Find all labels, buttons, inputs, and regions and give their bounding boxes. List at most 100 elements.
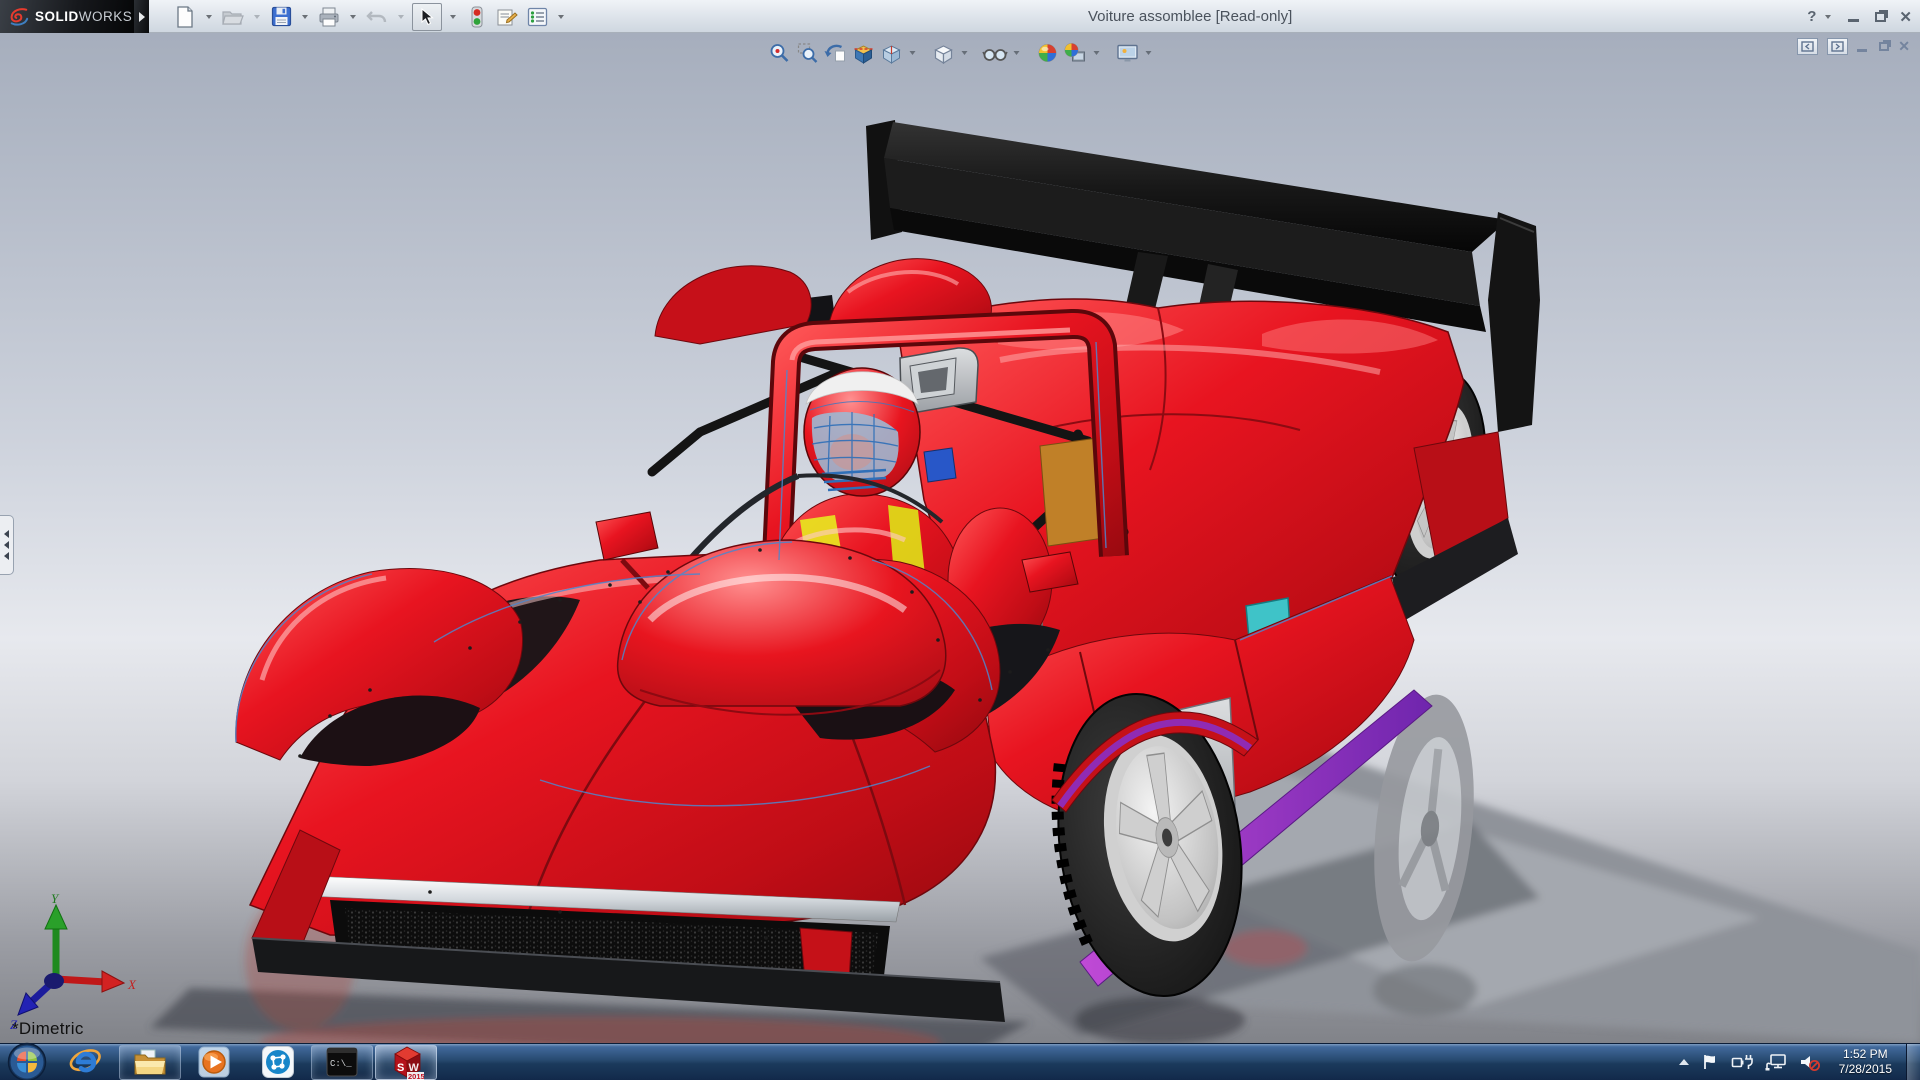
zoom-to-fit-button[interactable] [767, 41, 792, 64]
open-dropdown[interactable] [250, 4, 264, 30]
taskbar-internet-explorer[interactable] [55, 1045, 117, 1080]
volume-muted-icon[interactable] [1799, 1053, 1821, 1072]
show-desktop-button[interactable] [1906, 1044, 1920, 1080]
zoom-to-fit-icon [768, 42, 790, 64]
open-document-icon [222, 7, 244, 27]
collapse-right-pane-button[interactable] [1827, 38, 1848, 55]
show-hidden-icons-button[interactable] [1679, 1059, 1689, 1065]
view-orientation-label: *Dimetric [12, 1019, 84, 1039]
restore-button[interactable] [1875, 12, 1886, 22]
taskbar-clock[interactable]: 1:52 PM 7/28/2015 [1833, 1047, 1898, 1077]
view-settings-button[interactable] [1115, 41, 1140, 64]
taskbar-command-prompt[interactable]: C:\_ [311, 1045, 373, 1080]
file-properties-icon [496, 7, 518, 27]
solidworks-logo: SOLIDWORKS [0, 0, 134, 33]
new-dropdown[interactable] [202, 4, 216, 30]
windows-start-icon [7, 1042, 47, 1080]
print-icon [318, 7, 340, 27]
model-canvas[interactable] [0, 33, 1920, 1043]
undo-dropdown[interactable] [394, 4, 408, 30]
system-tray: 1:52 PM 7/28/2015 [1679, 1044, 1906, 1080]
headsup-view-toolbar [767, 41, 1154, 64]
section-view-icon [852, 42, 875, 64]
display-style-button[interactable] [931, 41, 956, 64]
select-cursor-button[interactable] [412, 3, 442, 31]
apply-scene-button[interactable] [1063, 41, 1088, 64]
view-settings-icon [1115, 42, 1139, 64]
media-player-icon [197, 1045, 231, 1079]
options-dropdown[interactable] [554, 4, 568, 30]
taskbar-apps: C:\_ S W 2015 [0, 1044, 438, 1080]
options-icon [527, 7, 548, 27]
collapse-left-pane-button[interactable] [1797, 38, 1818, 55]
minimize-button[interactable] [1848, 19, 1859, 22]
apply-scene-icon [1064, 42, 1087, 64]
network-icon[interactable] [1765, 1053, 1787, 1071]
graphics-viewport[interactable]: ✕ [0, 33, 1920, 1043]
display-style-icon [932, 42, 955, 64]
taskbar-windows-explorer[interactable] [119, 1045, 181, 1080]
action-center-flag-icon[interactable] [1701, 1053, 1719, 1071]
triad-x-label: X [127, 977, 137, 992]
display-style-dropdown[interactable] [959, 51, 970, 55]
start-button[interactable] [0, 1044, 54, 1080]
print-dropdown[interactable] [346, 4, 360, 30]
window-controls: ? ✕ [1807, 0, 1912, 33]
doc-close-button[interactable]: ✕ [1898, 38, 1910, 55]
taskbar-solidworks[interactable]: S W 2015 [375, 1045, 437, 1080]
doc-minimize-button[interactable] [1857, 49, 1867, 52]
hide-show-items-dropdown[interactable] [1011, 51, 1022, 55]
taskbar-media-player[interactable] [183, 1045, 245, 1080]
rebuild-button[interactable] [464, 4, 490, 30]
select-dropdown[interactable] [446, 4, 460, 30]
hide-show-items-button[interactable] [983, 41, 1008, 64]
hide-show-items-icon [983, 43, 1008, 63]
save-icon [271, 6, 292, 27]
new-document-icon [175, 6, 195, 28]
select-cursor-icon [419, 8, 435, 26]
save-button[interactable] [268, 4, 294, 30]
folder-icon [132, 1046, 168, 1078]
close-button[interactable]: ✕ [1899, 8, 1912, 26]
zoom-to-area-button[interactable] [795, 41, 820, 64]
section-view-button[interactable] [851, 41, 876, 64]
file-properties-button[interactable] [494, 4, 520, 30]
apply-scene-dropdown[interactable] [1091, 51, 1102, 55]
help-dropdown[interactable] [1821, 4, 1835, 30]
open-document-button[interactable] [220, 4, 246, 30]
view-settings-dropdown[interactable] [1143, 51, 1154, 55]
save-dropdown[interactable] [298, 4, 312, 30]
taskbar-share-app[interactable] [247, 1045, 309, 1080]
edit-appearance-button[interactable] [1035, 41, 1060, 64]
view-orientation-button[interactable] [879, 41, 904, 64]
command-prompt-icon: C:\_ [325, 1046, 359, 1078]
new-document-button[interactable] [172, 4, 198, 30]
document-window-controls: ✕ [1797, 38, 1910, 55]
internet-explorer-icon [69, 1045, 103, 1079]
solidworks-window: SOLIDWORKS [0, 0, 1920, 1080]
ds-logo-icon [8, 7, 30, 27]
zoom-to-area-icon [796, 42, 818, 64]
view-orientation-dropdown[interactable] [907, 51, 918, 55]
options-button[interactable] [524, 4, 550, 30]
taskbar: C:\_ S W 2015 [0, 1043, 1920, 1080]
undo-icon [366, 7, 388, 27]
reference-triad: Y X Z [8, 891, 158, 1036]
share-app-icon [261, 1045, 295, 1079]
clock-date: 7/28/2015 [1839, 1062, 1892, 1077]
view-orientation-icon [880, 42, 903, 64]
quick-access-toolbar [172, 0, 568, 33]
previous-view-button[interactable] [823, 41, 848, 64]
power-plug-icon[interactable] [1731, 1053, 1753, 1071]
sw-badge-2015: 2015 [408, 1072, 424, 1080]
previous-view-icon [824, 42, 847, 64]
sw-letter-s: S [397, 1062, 404, 1074]
edit-appearance-icon [1036, 42, 1058, 64]
solidworks-cube-icon: S W 2015 [388, 1044, 424, 1080]
print-button[interactable] [316, 4, 342, 30]
menu-flyout-arrow[interactable] [134, 0, 149, 33]
undo-button[interactable] [364, 4, 390, 30]
doc-restore-button[interactable] [1879, 42, 1889, 51]
help-button[interactable]: ? [1807, 8, 1816, 25]
feature-manager-collapsed-tab[interactable] [0, 515, 14, 575]
